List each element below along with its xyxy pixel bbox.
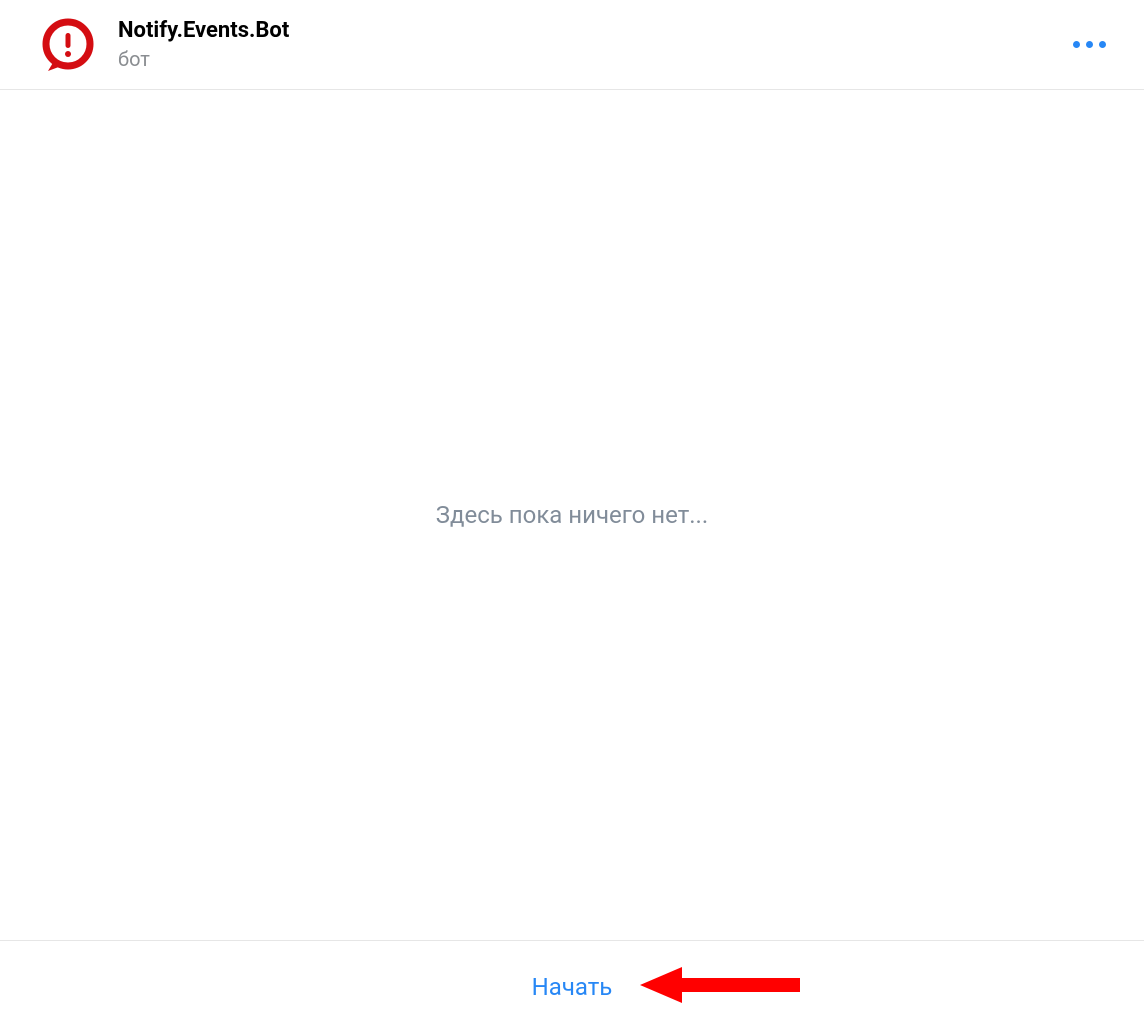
chat-avatar[interactable] xyxy=(40,17,96,73)
alert-speech-icon xyxy=(40,17,96,73)
annotation-arrow xyxy=(640,963,805,1011)
more-options-button[interactable] xyxy=(1065,33,1114,56)
chat-title-block[interactable]: Notify.Events.Bot бот xyxy=(118,17,289,72)
more-horizontal-icon xyxy=(1073,41,1080,48)
chat-footer: Начать xyxy=(0,940,1144,1032)
chat-title: Notify.Events.Bot xyxy=(118,17,289,45)
start-button[interactable]: Начать xyxy=(532,973,613,1001)
chat-subtitle: бот xyxy=(118,47,289,72)
empty-state-message: Здесь пока ничего нет... xyxy=(436,501,708,529)
chat-content: Здесь пока ничего нет... xyxy=(0,90,1144,940)
chat-header: Notify.Events.Bot бот xyxy=(0,0,1144,90)
